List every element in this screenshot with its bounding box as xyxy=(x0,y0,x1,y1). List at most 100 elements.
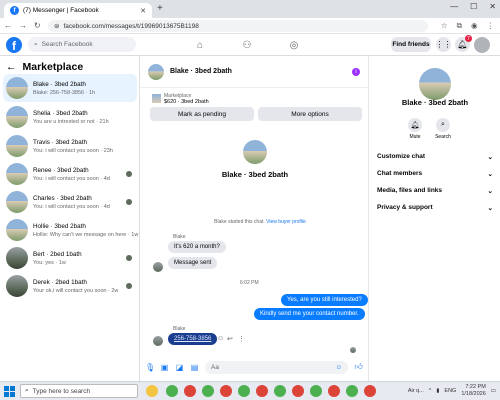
chrome-taskbar-icon[interactable] xyxy=(238,385,250,397)
incoming-message[interactable]: It's 620 a month? xyxy=(168,241,226,253)
gif-icon[interactable]: ▤ xyxy=(190,363,199,372)
conversation-item[interactable]: Renee · 3bed 2bath You: i will contact y… xyxy=(3,160,137,188)
chrome-taskbar-icon[interactable] xyxy=(364,385,376,397)
chat-header-avatar[interactable] xyxy=(148,63,164,80)
facebook-search-input[interactable]: ⌕ Search Facebook xyxy=(28,37,136,52)
sender-avatar[interactable] xyxy=(153,336,163,346)
task-view-icon[interactable] xyxy=(146,385,158,397)
taskbar-search-input[interactable]: ⌕ Type here to search xyxy=(20,384,138,398)
windows-start-icon[interactable] xyxy=(4,386,15,397)
sticker-icon[interactable]: ◪ xyxy=(175,363,184,372)
compose-bar: 🎙︎ ▣ ◪ ▤ Aa ☺ 👍︎ xyxy=(140,356,368,378)
microphone-icon[interactable]: 🎙︎ xyxy=(145,363,155,372)
view-buyer-profile-link[interactable]: View buyer profile xyxy=(266,219,306,225)
conversation-item[interactable]: Blake · 3bed 2bath Blake: 256-758-3856 ·… xyxy=(3,74,137,102)
window-controls: — ☐ ✕ xyxy=(450,2,496,11)
listing-title[interactable]: $620 · 3bed 2bath xyxy=(164,99,209,105)
maximize-icon[interactable]: ☐ xyxy=(470,2,477,11)
chat-members-row[interactable]: Chat members ⌄ xyxy=(377,170,493,178)
message-input[interactable]: Aa ☺ xyxy=(205,360,348,374)
chat-header-name[interactable]: Blake · 3bed 2bath xyxy=(170,68,346,75)
media-files-links-row[interactable]: Media, files and links ⌄ xyxy=(377,187,493,195)
conversation-item[interactable]: Bert · 2bed 1bath You: yes · 1w xyxy=(3,244,137,272)
conversation-title: Charles · 3bed 2bath xyxy=(33,194,92,202)
menu-grid-icon[interactable]: ⋮⋮ xyxy=(436,37,452,52)
more-options-button[interactable]: More options xyxy=(258,107,362,121)
chrome-taskbar-icon[interactable] xyxy=(256,385,268,397)
outgoing-message[interactable]: Yes, are you still interested? xyxy=(281,294,368,306)
network-icon[interactable]: ▮ xyxy=(436,388,439,394)
weather-widget[interactable]: Air q... xyxy=(408,388,424,394)
reply-icon[interactable]: ↩ xyxy=(227,335,233,343)
conversation-info-icon[interactable]: i xyxy=(352,67,360,76)
conversation-avatar xyxy=(6,219,28,241)
profile-icon[interactable]: ◉ xyxy=(471,21,478,31)
browser-menu-icon[interactable]: ⋮ xyxy=(487,21,495,31)
mark-as-pending-button[interactable]: Mark as pending xyxy=(150,107,254,121)
back-arrow-icon[interactable]: ← xyxy=(6,61,17,73)
chat-start-text: Blake started this chat. xyxy=(214,219,265,225)
back-icon[interactable]: ← xyxy=(4,21,12,30)
search-icon: ⌕ xyxy=(34,40,38,48)
conversation-title: Bert · 2bed 1bath xyxy=(33,250,82,258)
find-friends-button[interactable]: Find friends xyxy=(391,37,431,52)
browser-tab[interactable]: f (7) Messenger | Facebook ✕ xyxy=(4,3,152,18)
chrome-taskbar-icon[interactable] xyxy=(166,385,178,397)
clock-date: 1/18/2026 xyxy=(461,391,486,397)
like-thumb-icon[interactable]: 👍︎ xyxy=(354,362,363,372)
tray-chevron-icon[interactable]: ^ xyxy=(429,388,432,394)
groups-icon[interactable]: ◎ xyxy=(287,38,301,52)
close-window-icon[interactable]: ✕ xyxy=(489,2,496,11)
extensions-icon[interactable]: ⧉ xyxy=(457,21,462,31)
friends-icon[interactable]: ⚇ xyxy=(240,38,254,52)
conversation-avatar xyxy=(6,135,28,157)
incoming-phone-message[interactable]: 256-758-3856 xyxy=(168,333,218,345)
chrome-taskbar-icon[interactable] xyxy=(274,385,286,397)
notification-center-icon[interactable]: ▭ xyxy=(491,388,496,394)
chrome-taskbar-icon[interactable] xyxy=(202,385,214,397)
more-icon[interactable]: ⋮ xyxy=(238,335,245,343)
conversation-preview: You: i will contact you soon · 4d xyxy=(33,203,110,210)
site-info-icon[interactable]: ⊜ xyxy=(54,22,59,30)
account-avatar[interactable] xyxy=(474,37,490,53)
outgoing-message[interactable]: Kindly send me your contact number. xyxy=(254,308,365,320)
conversation-info-panel: Blake · 3bed 2bath 🔔︎ Mute ⌕ Search Cust… xyxy=(368,56,500,381)
conversation-avatar xyxy=(6,191,28,213)
reload-icon[interactable]: ↻ xyxy=(34,21,41,30)
chrome-taskbar-icon[interactable] xyxy=(292,385,304,397)
forward-icon[interactable]: → xyxy=(19,21,27,30)
listing-thumbnail[interactable] xyxy=(152,94,161,103)
language-indicator[interactable]: ENG xyxy=(444,388,456,394)
url-field[interactable]: ⊜ facebook.com/messages/t/19969013675B11… xyxy=(48,20,428,32)
conversation-item[interactable]: Shelia · 3bed 2bath You are u intrested … xyxy=(3,103,137,131)
conversation-item[interactable]: Charles · 3bed 2bath You: i will contact… xyxy=(3,188,137,216)
home-icon[interactable]: ⌂ xyxy=(193,38,207,52)
conversation-item[interactable]: Hollie · 3bed 2bath Hollie: Why can't we… xyxy=(3,216,139,244)
conversation-avatar xyxy=(6,106,28,128)
close-tab-icon[interactable]: ✕ xyxy=(140,7,146,15)
chrome-taskbar-icon[interactable] xyxy=(310,385,322,397)
chrome-taskbar-icon[interactable] xyxy=(220,385,232,397)
react-icon[interactable]: ☺ xyxy=(217,335,224,342)
search-conversation-button[interactable]: ⌕ Search xyxy=(432,118,454,140)
minimize-icon[interactable]: — xyxy=(450,2,458,11)
customize-chat-row[interactable]: Customize chat ⌄ xyxy=(377,153,493,161)
conversation-preview: Hollie: Why can't we message on here · 1… xyxy=(33,231,139,238)
info-avatar[interactable] xyxy=(419,68,451,100)
clock[interactable]: 7:22 PM 1/18/2026 xyxy=(461,384,485,398)
bookmark-star-icon[interactable]: ☆ xyxy=(441,21,448,31)
emoji-icon[interactable]: ☺ xyxy=(335,364,342,371)
chrome-taskbar-icon[interactable] xyxy=(346,385,358,397)
chrome-taskbar-icon[interactable] xyxy=(328,385,340,397)
chrome-taskbar-icon[interactable] xyxy=(184,385,196,397)
conversation-item[interactable]: Travis · 3bed 2bath You: i will contact … xyxy=(3,132,137,160)
privacy-support-row[interactable]: Privacy & support ⌄ xyxy=(377,204,493,212)
image-icon[interactable]: ▣ xyxy=(160,363,169,372)
windows-taskbar: ⌕ Type here to search Air q... ^ ▮ ENG 7… xyxy=(0,381,500,400)
conversation-item[interactable]: Derek · 2bed 1bath Your ok,i will contac… xyxy=(3,272,137,300)
mute-button[interactable]: 🔔︎ Mute xyxy=(404,118,426,140)
new-tab-icon[interactable]: + xyxy=(157,3,163,14)
incoming-message[interactable]: Message sent xyxy=(168,257,218,269)
sender-avatar[interactable] xyxy=(153,262,163,272)
facebook-logo-icon[interactable]: f xyxy=(6,37,22,53)
